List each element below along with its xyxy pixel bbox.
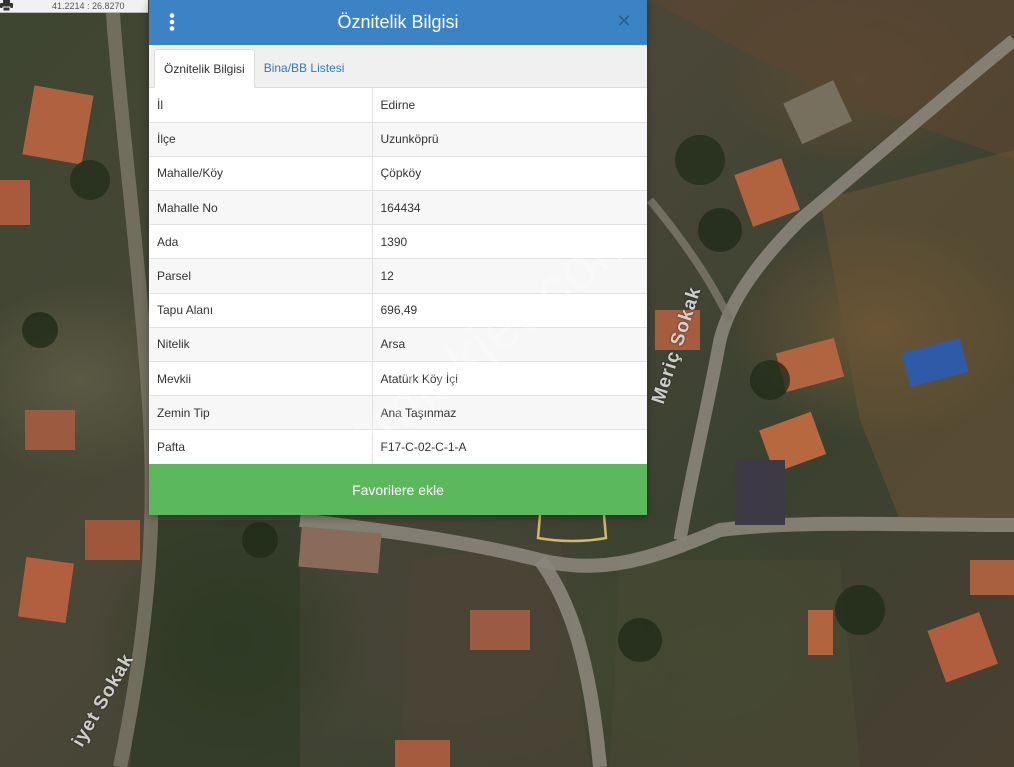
attribute-value: Çöpköy — [372, 155, 647, 191]
attribute-info-dialog: Öznitelik Bilgisi ✕ Öznitelik Bilgisi Bi… — [149, 0, 647, 515]
attribute-key: Mahalle/Köy — [149, 155, 373, 191]
attribute-value: 12 — [372, 258, 647, 294]
attribute-value: 164434 — [372, 190, 647, 225]
table-row: Ada 1390 — [149, 224, 647, 259]
attribute-key: Parsel — [149, 258, 373, 294]
dialog-header: Öznitelik Bilgisi ✕ — [149, 0, 647, 45]
table-row: Zemin Tip Ana Taşınmaz — [149, 395, 647, 430]
table-row: İlçe Uzunköprü — [149, 121, 647, 157]
table-row: Nitelik Arsa — [149, 326, 647, 362]
attribute-value: Edirne — [372, 88, 647, 123]
attribute-value: Uzunköprü — [372, 121, 647, 157]
tab-building-list[interactable]: Bina/BB Listesi — [255, 48, 354, 87]
table-row: İl Edirne — [149, 88, 647, 123]
table-row: Mahalle/Köy Çöpköy — [149, 155, 647, 191]
attribute-value: Atatürk Köy İçi — [372, 360, 647, 396]
attribute-value: F17-C-02-C-1-A — [372, 429, 647, 465]
attribute-key: Nitelik — [149, 326, 373, 362]
close-button[interactable]: ✕ — [613, 10, 635, 32]
attribute-value: Ana Taşınmaz — [372, 395, 647, 430]
add-to-favorites-button[interactable]: Favorilere ekle — [149, 464, 647, 515]
menu-button[interactable] — [161, 11, 183, 33]
attribute-key: Pafta — [149, 429, 373, 465]
table-row: Mahalle No 164434 — [149, 190, 647, 225]
attribute-key: Mahalle No — [149, 190, 373, 225]
tab-attribute-info[interactable]: Öznitelik Bilgisi — [154, 49, 255, 88]
attribute-key: İlçe — [149, 121, 373, 157]
tab-bar: Öznitelik Bilgisi Bina/BB Listesi — [149, 45, 647, 88]
attribute-key: Zemin Tip — [149, 395, 373, 430]
print-icon[interactable] — [0, 0, 38, 13]
attribute-key: İl — [149, 88, 373, 123]
table-row: Pafta F17-C-02-C-1-A — [149, 429, 647, 465]
attribute-value: Arsa — [372, 326, 647, 362]
map-toolbar: 41.2214 : 26.8270 — [0, 0, 148, 13]
vertical-dots-icon — [169, 13, 175, 31]
attribute-key: Ada — [149, 224, 373, 259]
attribute-key: Tapu Alanı — [149, 292, 373, 328]
attribute-key: Mevkii — [149, 360, 373, 396]
map-coordinates: 41.2214 : 26.8270 — [52, 1, 125, 11]
table-row: Parsel 12 — [149, 258, 647, 294]
close-icon: ✕ — [616, 10, 632, 31]
attribute-value: 696,49 — [372, 292, 647, 328]
attribute-table: İl Edirne İlçe Uzunköprü Mahalle/Köy Çöp… — [149, 88, 647, 465]
dialog-title: Öznitelik Bilgisi — [337, 12, 459, 32]
table-row: Mevkii Atatürk Köy İçi — [149, 360, 647, 396]
table-row: Tapu Alanı 696,49 — [149, 292, 647, 328]
attribute-value: 1390 — [372, 224, 647, 259]
